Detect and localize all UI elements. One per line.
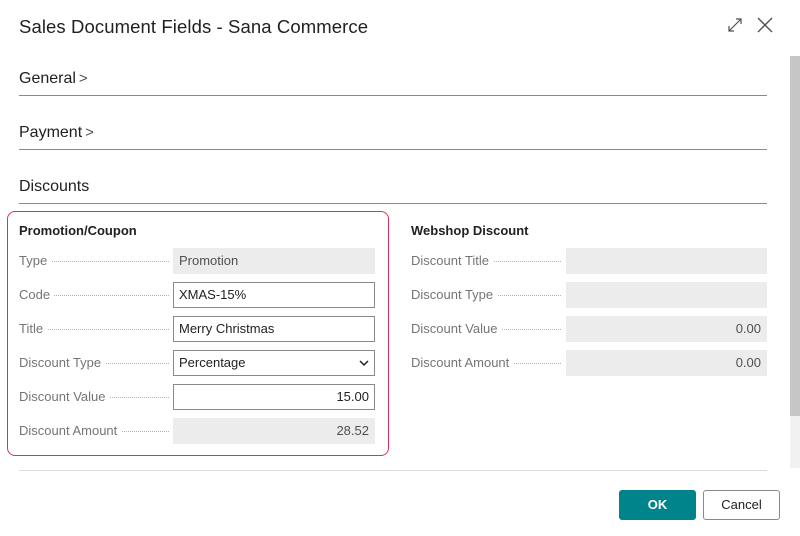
webshop-discount-title-label: Discount Title [411, 248, 561, 274]
section-payment[interactable]: Payment > [19, 110, 767, 150]
title-label: Title [19, 316, 169, 342]
webshop-discount-value-label: Discount Value [411, 316, 561, 342]
type-label: Type [19, 248, 169, 274]
section-discounts: Discounts [19, 164, 767, 204]
title-input[interactable]: Merry Christmas [173, 316, 375, 342]
vertical-scrollbar[interactable] [790, 56, 800, 468]
discount-type-label: Discount Type [19, 350, 169, 376]
section-payment-label: Payment [19, 124, 83, 141]
discount-amount-field: 28.52 [173, 418, 375, 444]
discount-amount-label: Discount Amount [19, 418, 169, 444]
chevron-down-icon [359, 360, 369, 367]
webshop-discount-type-field [566, 282, 767, 308]
discount-value-label: Discount Value [19, 384, 169, 410]
chevron-right-icon: > [78, 70, 88, 87]
dialog-title: Sales Document Fields - Sana Commerce [19, 16, 369, 37]
section-discounts-label: Discounts [19, 178, 90, 195]
section-general-label: General [19, 70, 76, 87]
ok-button[interactable]: OK [619, 490, 696, 520]
footer-divider [19, 470, 767, 471]
cancel-button[interactable]: Cancel [703, 490, 780, 520]
scrollbar-thumb[interactable] [790, 56, 800, 416]
promotion-group-title: Promotion/Coupon [19, 223, 137, 238]
code-input[interactable]: XMAS-15% [173, 282, 375, 308]
webshop-discount-type-label: Discount Type [411, 282, 561, 308]
webshop-discount-amount-field: 0.00 [566, 350, 767, 376]
discount-type-select[interactable]: Percentage [173, 350, 375, 376]
section-general[interactable]: General > [19, 56, 767, 96]
chevron-right-icon: > [85, 124, 94, 141]
webshop-group-title: Webshop Discount [411, 223, 529, 238]
expand-icon[interactable] [727, 17, 743, 33]
dialog-header: Sales Document Fields - Sana Commerce [0, 0, 800, 56]
discount-value-input[interactable]: 15.00 [173, 384, 375, 410]
discount-type-value: Percentage [179, 355, 246, 370]
close-icon[interactable] [757, 17, 773, 33]
type-field: Promotion [173, 248, 375, 274]
code-label: Code [19, 282, 169, 308]
webshop-discount-amount-label: Discount Amount [411, 350, 561, 376]
webshop-discount-value-field: 0.00 [566, 316, 767, 342]
webshop-discount-title-field [566, 248, 767, 274]
